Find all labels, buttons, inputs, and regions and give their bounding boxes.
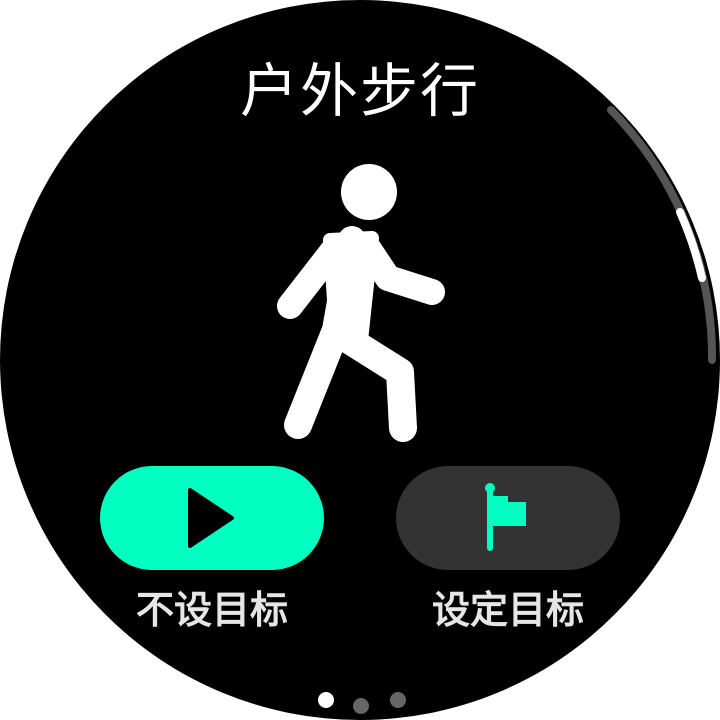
set-goal-label: 设定目标 [431, 588, 584, 632]
start-no-goal-label: 不设目标 [135, 588, 288, 632]
page-dot-2[interactable] [353, 698, 369, 714]
set-goal-button[interactable] [396, 466, 620, 570]
start-no-goal-button[interactable] [100, 466, 324, 570]
page-dot-3[interactable] [390, 692, 406, 708]
workout-title: 户外步行 [239, 57, 480, 125]
page-indicator [0, 692, 720, 714]
walking-person-icon [277, 164, 445, 442]
page-dot-1[interactable] [318, 692, 334, 708]
flag-icon [485, 483, 526, 551]
watch-face: 户外步行 不设目标 设定目标 [0, 0, 720, 720]
play-icon [188, 488, 234, 548]
